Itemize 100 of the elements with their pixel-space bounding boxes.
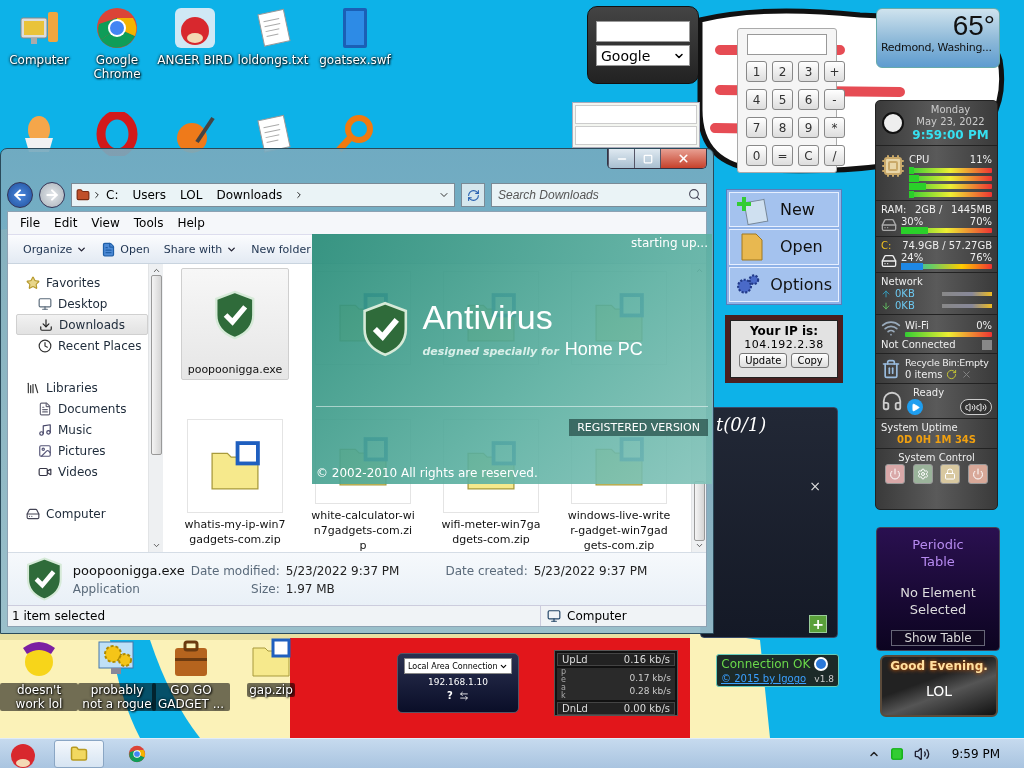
maximize-button[interactable] bbox=[634, 149, 660, 168]
nav-item[interactable]: Computer bbox=[16, 503, 148, 525]
toolbar-button[interactable]: Open bbox=[94, 238, 157, 260]
calculator-key[interactable]: C bbox=[798, 145, 819, 166]
shield-icon bbox=[362, 300, 409, 358]
search-field[interactable]: Search Downloads bbox=[491, 183, 707, 207]
checkbox[interactable] bbox=[982, 339, 992, 350]
toolbar-button[interactable]: Organize bbox=[16, 239, 95, 259]
menu-item[interactable]: Tools bbox=[127, 214, 170, 233]
nav-item[interactable]: Favorites bbox=[16, 272, 148, 294]
taskbar-button[interactable] bbox=[54, 739, 104, 768]
close-icon[interactable] bbox=[961, 369, 973, 380]
detail-label: Date created: bbox=[445, 563, 528, 578]
calculator-key[interactable]: 4 bbox=[746, 89, 767, 110]
help-button[interactable]: ? bbox=[447, 690, 453, 701]
forward-button[interactable] bbox=[39, 182, 65, 208]
menu-item[interactable]: Help bbox=[171, 214, 211, 233]
ip-button[interactable]: Update bbox=[739, 353, 788, 368]
peak-value: 0.17 kb/s bbox=[629, 672, 671, 683]
detail-label: Date modified: bbox=[190, 563, 280, 578]
shutdown-button[interactable] bbox=[884, 464, 905, 484]
arrows-icon[interactable] bbox=[458, 690, 469, 701]
nav-item[interactable]: Downloads bbox=[16, 314, 148, 336]
ip-button[interactable]: Copy bbox=[791, 353, 829, 368]
calculator-key[interactable]: / bbox=[824, 145, 845, 166]
calculator-key[interactable]: 6 bbox=[798, 89, 819, 110]
breadcrumb[interactable]: Users bbox=[130, 188, 177, 202]
control-label: System Control bbox=[897, 452, 976, 463]
calculator-key[interactable]: 5 bbox=[772, 89, 793, 110]
calculator-key[interactable]: 3 bbox=[798, 61, 819, 82]
calculator-key[interactable]: 1 bbox=[746, 61, 767, 82]
scrollbar-thumb[interactable] bbox=[150, 275, 162, 456]
wifi-status: Not Connected bbox=[881, 339, 956, 350]
clock-text[interactable]: 9:59 PM bbox=[951, 746, 1000, 761]
upload-meter bbox=[942, 291, 992, 296]
nav-item[interactable]: Videos bbox=[16, 461, 148, 483]
menu-item[interactable]: Edit bbox=[48, 214, 84, 233]
toolbar-button[interactable]: Share with bbox=[156, 239, 245, 259]
peak-label: peak bbox=[561, 668, 568, 700]
nav-item[interactable]: Music bbox=[16, 419, 148, 441]
menu-item[interactable]: File bbox=[14, 214, 47, 233]
meter-label: DnLd bbox=[562, 703, 588, 714]
calculator-key[interactable]: * bbox=[824, 117, 845, 138]
launcher-button[interactable]: Open bbox=[729, 229, 839, 265]
adapter-dropdown[interactable]: Local Area Connection bbox=[404, 658, 512, 674]
input-field[interactable] bbox=[575, 126, 697, 145]
file-name: poopoonigga.exe bbox=[72, 562, 185, 578]
refresh-button[interactable] bbox=[461, 183, 485, 207]
lock-button[interactable] bbox=[940, 464, 961, 484]
show-table-button[interactable]: Show Table bbox=[891, 630, 985, 646]
maximize-icon bbox=[642, 153, 653, 164]
download-meter bbox=[942, 303, 992, 308]
calculator-key[interactable]: 0 bbox=[746, 145, 767, 166]
nav-item[interactable]: Documents bbox=[16, 398, 148, 420]
restart-button[interactable] bbox=[912, 464, 933, 484]
power-icon bbox=[888, 468, 901, 480]
toolbar-button[interactable]: New folder bbox=[244, 239, 318, 259]
recycle-bin-icon bbox=[881, 358, 901, 379]
chrome-icon bbox=[128, 744, 146, 763]
breadcrumb[interactable]: LOL bbox=[178, 188, 213, 202]
launcher-button[interactable]: Options bbox=[729, 266, 839, 302]
file-type: Application bbox=[72, 581, 141, 596]
launcher-button[interactable]: New bbox=[729, 192, 839, 228]
play-button[interactable] bbox=[907, 399, 923, 415]
nav-item[interactable]: Desktop bbox=[16, 293, 148, 315]
volume-button[interactable] bbox=[960, 399, 992, 415]
close-button[interactable]: × bbox=[803, 477, 827, 495]
stop-icon[interactable] bbox=[814, 657, 829, 671]
scrollbar-thumb[interactable] bbox=[693, 481, 705, 542]
calculator-key[interactable]: 8 bbox=[772, 117, 793, 138]
nav-item[interactable]: Libraries bbox=[16, 377, 148, 399]
play-icon bbox=[910, 402, 920, 412]
close-button[interactable] bbox=[660, 149, 706, 168]
calculator-key[interactable]: 2 bbox=[772, 61, 793, 82]
engine-dropdown[interactable]: Google bbox=[596, 45, 690, 66]
meter-value: 0.16 kb/s bbox=[623, 654, 670, 665]
nav-item[interactable]: Recent Places bbox=[16, 335, 148, 357]
refresh-icon[interactable] bbox=[946, 369, 958, 380]
calculator-key[interactable]: = bbox=[772, 145, 793, 166]
drive-label: C: bbox=[881, 240, 892, 251]
menu-item[interactable]: View bbox=[85, 214, 126, 233]
input-field[interactable] bbox=[575, 105, 697, 124]
calculator-key[interactable]: 7 bbox=[746, 117, 767, 138]
address-bar[interactable]: C: Users LOL Downloads bbox=[71, 183, 455, 207]
calculator-key[interactable]: - bbox=[824, 89, 845, 110]
volume-icon[interactable] bbox=[913, 745, 930, 762]
nav-item[interactable]: Pictures bbox=[16, 440, 148, 462]
scrollbar[interactable] bbox=[148, 264, 163, 553]
breadcrumb[interactable]: C: bbox=[104, 188, 129, 202]
back-button[interactable] bbox=[7, 182, 33, 208]
shield-icon bbox=[26, 556, 63, 602]
credit-link[interactable]: © 2015 by Igogo bbox=[721, 673, 811, 684]
calculator-key[interactable]: 9 bbox=[798, 117, 819, 138]
power-button[interactable] bbox=[968, 464, 989, 484]
search-field[interactable] bbox=[596, 21, 690, 42]
breadcrumb[interactable]: Downloads bbox=[214, 188, 293, 202]
calculator-key[interactable]: + bbox=[824, 61, 845, 82]
ip-address: 104.192.2.38 bbox=[744, 338, 824, 351]
explorer-item[interactable]: poopoonigga.exe bbox=[181, 268, 289, 381]
minimize-button[interactable] bbox=[608, 149, 634, 168]
